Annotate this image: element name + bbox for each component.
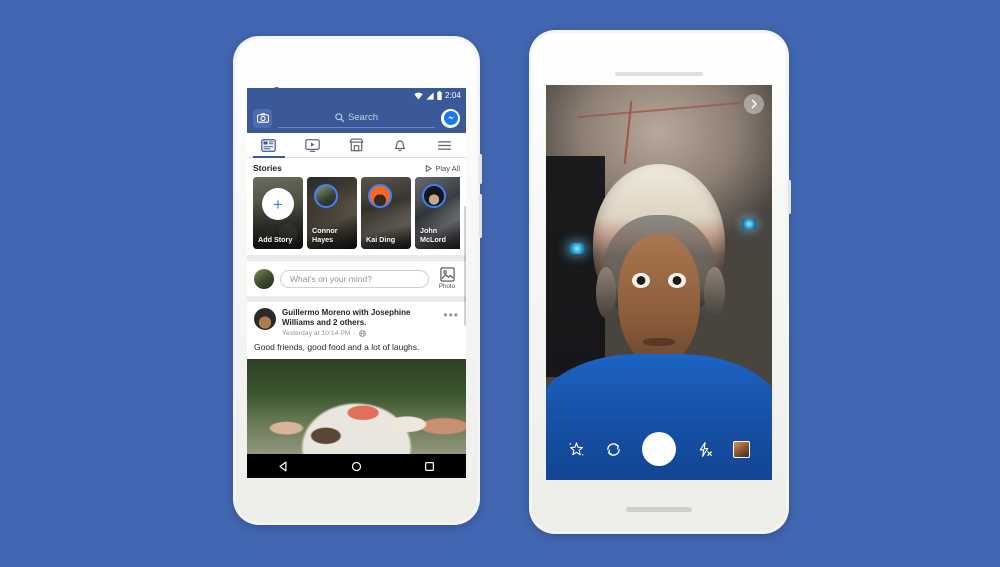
stories-title: Stories bbox=[253, 163, 282, 173]
search-placeholder: Search bbox=[347, 112, 379, 123]
tab-menu[interactable] bbox=[422, 133, 466, 157]
tab-watch[interactable] bbox=[291, 133, 335, 157]
camera-glyph-icon bbox=[256, 113, 269, 123]
search-input[interactable]: Search bbox=[278, 108, 435, 128]
stories-carousel[interactable]: + Add Story Connor Hayes Kai Ding John M… bbox=[253, 177, 460, 249]
back-triangle-icon[interactable] bbox=[278, 461, 289, 472]
recents-square-icon[interactable] bbox=[424, 461, 435, 472]
avatar bbox=[314, 184, 338, 208]
story-card-add[interactable]: + Add Story bbox=[253, 177, 303, 249]
avatar bbox=[368, 184, 392, 208]
globe-icon bbox=[358, 329, 366, 337]
more-options-icon[interactable]: ••• bbox=[443, 308, 459, 321]
post-meta: Guillermo Moreno with Josephine Williams… bbox=[282, 308, 437, 337]
tab-marketplace[interactable] bbox=[335, 133, 379, 157]
android-navigation-bar bbox=[247, 454, 466, 478]
earpiece-speaker bbox=[615, 72, 703, 76]
avatar[interactable] bbox=[254, 308, 276, 330]
helmet-ear-cup bbox=[704, 266, 725, 319]
camera-viewfinder[interactable] bbox=[546, 85, 772, 480]
studio-light bbox=[568, 243, 585, 254]
camera-icon[interactable] bbox=[253, 108, 272, 128]
messenger-glyph-icon bbox=[443, 111, 458, 125]
avatar bbox=[422, 184, 446, 208]
story-card[interactable]: Connor Hayes bbox=[307, 177, 357, 249]
shutter-button[interactable] bbox=[642, 432, 676, 466]
home-circle-icon[interactable] bbox=[351, 461, 362, 472]
power-button[interactable] bbox=[788, 180, 791, 214]
plus-icon[interactable]: + bbox=[262, 188, 294, 220]
studio-light bbox=[742, 219, 757, 230]
story-label: John McLord bbox=[420, 226, 446, 244]
helmet-ear-cup bbox=[595, 266, 617, 319]
messenger-icon[interactable] bbox=[441, 108, 460, 128]
battery-icon bbox=[437, 91, 442, 100]
separator: · bbox=[353, 329, 356, 337]
post-composer[interactable]: What's on your mind? Photo bbox=[247, 260, 466, 296]
signal-icon bbox=[426, 91, 434, 100]
right-phone-device bbox=[529, 30, 791, 534]
chevron-right-icon bbox=[751, 99, 757, 109]
ceiling-rig bbox=[624, 100, 633, 164]
composer-placeholder: What's on your mind? bbox=[290, 273, 372, 284]
tab-notifications[interactable] bbox=[378, 133, 422, 157]
helmet-collar bbox=[614, 330, 704, 366]
camera-controls bbox=[546, 428, 772, 470]
facebook-top-bar: Search bbox=[247, 103, 466, 133]
photo-button-label: Photo bbox=[438, 283, 456, 290]
volume-button[interactable] bbox=[479, 194, 482, 238]
post-header: Guillermo Moreno with Josephine Williams… bbox=[247, 302, 466, 339]
status-input[interactable]: What's on your mind? bbox=[280, 269, 429, 288]
post-author[interactable]: Guillermo Moreno with Josephine Williams… bbox=[282, 308, 437, 329]
right-phone-screen bbox=[546, 85, 772, 480]
avatar[interactable] bbox=[254, 268, 274, 289]
story-card[interactable]: Kai Ding bbox=[361, 177, 411, 249]
gallery-thumbnail-icon[interactable] bbox=[733, 440, 750, 458]
news-feed-icon bbox=[261, 138, 277, 152]
story-label: Connor Hayes bbox=[312, 226, 338, 244]
android-status-bar: 2:04 bbox=[247, 88, 466, 103]
wifi-icon bbox=[414, 92, 423, 99]
next-button[interactable] bbox=[744, 94, 764, 114]
ceiling-beam bbox=[577, 101, 741, 118]
scrollbar[interactable] bbox=[464, 206, 466, 326]
store-icon bbox=[349, 138, 364, 152]
promo-canvas: 2:04 Search Stories Play All + Add Story… bbox=[0, 0, 1000, 567]
flash-off-icon[interactable] bbox=[696, 441, 713, 458]
story-card[interactable]: John McLord bbox=[415, 177, 460, 249]
power-button[interactable] bbox=[479, 154, 482, 184]
story-label: Add Story bbox=[258, 234, 293, 244]
hamburger-menu-icon bbox=[437, 140, 451, 150]
stories-section: Stories Play All + Add Story Connor Haye… bbox=[247, 158, 466, 255]
play-all-button[interactable]: Play All bbox=[425, 164, 460, 173]
stories-header: Stories Play All bbox=[253, 162, 460, 177]
left-phone-device: 2:04 Search Stories Play All + Add Story… bbox=[233, 36, 482, 525]
search-icon bbox=[335, 113, 344, 122]
bottom-speaker-grille bbox=[626, 507, 692, 512]
tab-news-feed[interactable] bbox=[247, 133, 291, 158]
camera-flip-icon[interactable] bbox=[605, 441, 622, 458]
post-timestamp: Yesterday at 10:14 PM bbox=[282, 329, 351, 337]
status-bar-time: 2:04 bbox=[445, 91, 461, 100]
left-phone-screen: 2:04 Search Stories Play All + Add Story… bbox=[247, 88, 466, 478]
facebook-tab-bar bbox=[247, 133, 466, 158]
play-triangle-icon bbox=[426, 164, 433, 172]
post-body: Good friends, good food and a lot of lau… bbox=[254, 341, 420, 352]
post-timestamp-row: Yesterday at 10:14 PM · bbox=[282, 330, 437, 337]
play-all-label: Play All bbox=[435, 163, 460, 173]
magic-star-icon[interactable] bbox=[568, 441, 585, 458]
bell-icon bbox=[395, 140, 406, 152]
story-label: Kai Ding bbox=[366, 234, 396, 244]
video-play-icon bbox=[305, 138, 320, 152]
photo-button[interactable]: Photo bbox=[435, 267, 459, 290]
post-photo[interactable] bbox=[247, 358, 466, 455]
photo-icon bbox=[439, 267, 455, 282]
feed-post: Guillermo Moreno with Josephine Williams… bbox=[247, 302, 466, 455]
